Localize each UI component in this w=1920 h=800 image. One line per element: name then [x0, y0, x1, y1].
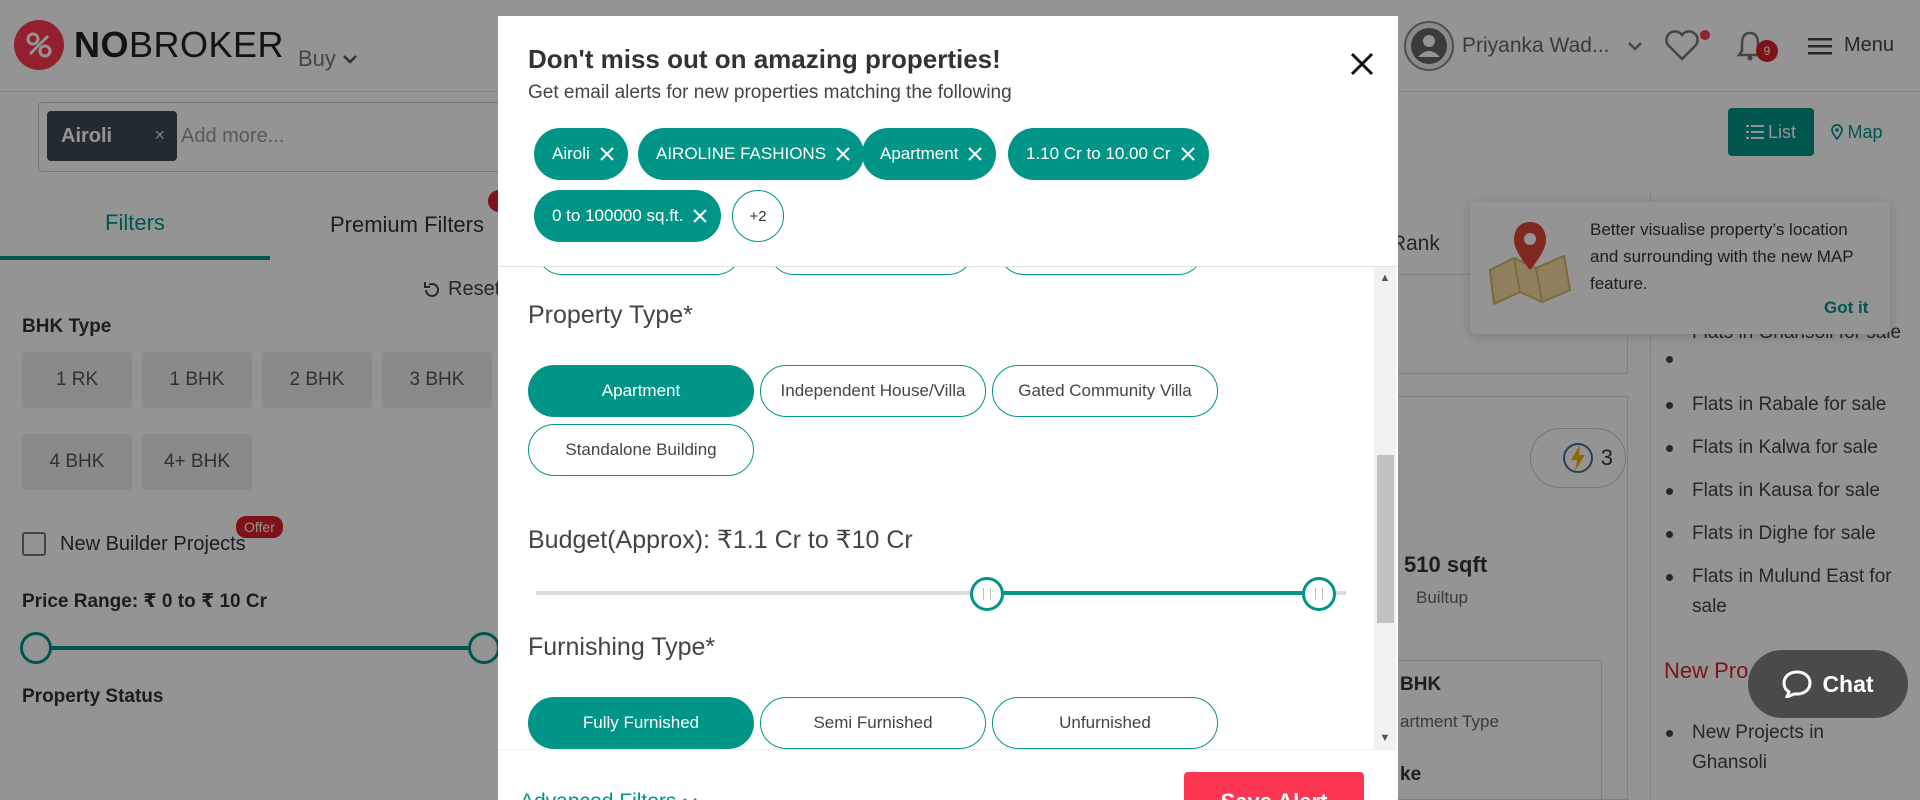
furnishing-fully-furnished[interactable]: Fully Furnished: [528, 697, 754, 749]
remove-chip-icon[interactable]: [1180, 147, 1195, 161]
budget-slider-fill: [988, 591, 1318, 595]
filter-chip[interactable]: AIROLINE FASHIONS: [638, 128, 865, 180]
property-type-gated-community[interactable]: Gated Community Villa: [992, 365, 1218, 417]
scrollbar-thumb[interactable]: [1377, 455, 1394, 623]
chevron-down-icon: [683, 798, 698, 800]
chip-label: Airoli: [552, 144, 590, 163]
property-type-apartment[interactable]: Apartment: [528, 365, 754, 417]
hidden-option-pill[interactable]: [768, 267, 974, 275]
modal-footer: Advanced Filters Save Alert: [498, 749, 1398, 800]
remove-chip-icon[interactable]: [693, 209, 708, 223]
filter-chip[interactable]: Apartment: [862, 128, 997, 180]
furnishing-unfurnished[interactable]: Unfurnished: [992, 697, 1218, 749]
budget-slider-max-handle[interactable]: [1302, 577, 1336, 611]
property-type-independent-house[interactable]: Independent House/Villa: [760, 365, 986, 417]
chat-bubble-icon: [1782, 670, 1812, 698]
furnishing-type-title: Furnishing Type*: [528, 633, 716, 661]
modal-scroll-area[interactable]: Property Type* Apartment Independent Hou…: [498, 267, 1398, 749]
remove-chip-icon[interactable]: [600, 147, 614, 161]
email-alert-modal: Don't miss out on amazing properties! Ge…: [498, 16, 1398, 800]
chat-label: Chat: [1822, 670, 1874, 697]
modal-subtitle: Get email alerts for new properties matc…: [528, 82, 1012, 103]
hidden-option-pill[interactable]: [998, 267, 1204, 275]
modal-title: Don't miss out on amazing properties!: [528, 44, 1001, 74]
chat-button[interactable]: Chat: [1748, 650, 1908, 718]
filter-chip[interactable]: Airoli: [534, 128, 628, 180]
advanced-filters-link[interactable]: Advanced Filters: [520, 790, 698, 800]
budget-slider-min-handle[interactable]: [970, 577, 1004, 611]
filter-chip[interactable]: 0 to 100000 sq.ft.: [534, 190, 722, 242]
chip-label: 0 to 100000 sq.ft.: [552, 206, 684, 225]
modal-scrollbar[interactable]: ▲ ▼: [1374, 267, 1396, 749]
property-type-standalone[interactable]: Standalone Building: [528, 424, 754, 476]
chip-label: Apartment: [880, 144, 959, 163]
close-icon[interactable]: [1344, 46, 1380, 82]
furnishing-semi-furnished[interactable]: Semi Furnished: [760, 697, 986, 749]
remove-chip-icon[interactable]: [836, 147, 850, 161]
chip-label: 1.10 Cr to 10.00 Cr: [1026, 144, 1171, 163]
advanced-filters-label: Advanced Filters: [520, 790, 676, 800]
hidden-option-pill[interactable]: [536, 267, 742, 275]
chip-label: AIROLINE FASHIONS: [656, 144, 827, 163]
remove-chip-icon[interactable]: [968, 147, 983, 161]
save-alert-button[interactable]: Save Alert: [1184, 772, 1364, 800]
scroll-up-arrow-icon[interactable]: ▲: [1374, 267, 1396, 289]
budget-title: Budget(Approx): ₹1.1 Cr to ₹10 Cr: [528, 526, 913, 554]
scroll-down-arrow-icon[interactable]: ▼: [1374, 727, 1396, 749]
more-chips-button[interactable]: +2: [732, 190, 784, 242]
filter-chip[interactable]: 1.10 Cr to 10.00 Cr: [1008, 128, 1209, 180]
property-type-title: Property Type*: [528, 301, 693, 329]
